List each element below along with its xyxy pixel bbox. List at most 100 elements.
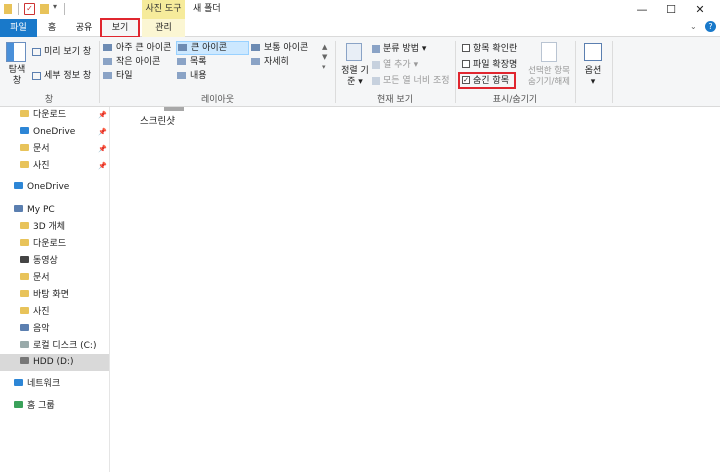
- layout-gallery: 아주 큰 아이콘 큰 아이콘 보통 아이콘 작은 아이콘 목록 자세히 타일 내…: [101, 41, 331, 85]
- layout-small-icons[interactable]: 작은 아이콘: [103, 56, 160, 68]
- drive-icon: [20, 357, 29, 364]
- pin-icon[interactable]: 📌: [98, 107, 107, 124]
- nav-item-3d-objects[interactable]: 3D 개체: [20, 219, 108, 236]
- sort-by-button[interactable]: 정렬 기준 ▾: [340, 66, 370, 88]
- quick-access-list: 다운로드 📌 OneDrive 📌 문서 📌 사진 📌: [20, 107, 108, 175]
- add-columns-icon: [372, 60, 380, 69]
- nav-item-documents-pc[interactable]: 문서: [20, 270, 108, 287]
- layout-tiles[interactable]: 타일: [103, 70, 133, 82]
- divider: [335, 41, 336, 103]
- hide-selected-icon: [541, 42, 557, 62]
- tab-manage[interactable]: 관리: [142, 19, 185, 37]
- music-icon: [20, 324, 29, 331]
- gallery-scroll[interactable]: ▲ ▼ ▾: [322, 42, 327, 72]
- file-label[interactable]: 스크린샷: [140, 113, 175, 127]
- nav-item-network[interactable]: 네트워크: [14, 376, 60, 393]
- preview-pane-icon: [32, 47, 41, 56]
- medium-icons-icon: [251, 44, 260, 51]
- layout-content[interactable]: 내용: [177, 70, 207, 82]
- nav-item-videos[interactable]: 동영상: [20, 253, 108, 270]
- downloads-icon: [20, 239, 29, 246]
- layout-extra-large-icons[interactable]: 아주 큰 아이콘: [103, 42, 171, 54]
- pin-icon[interactable]: 📌: [98, 124, 107, 141]
- folder-icon: [4, 4, 12, 14]
- group-label-current-view: 현재 보기: [377, 95, 413, 105]
- divider: [612, 41, 613, 103]
- nav-item-onedrive-quick[interactable]: OneDrive 📌: [20, 124, 108, 141]
- nav-item-downloads-pc[interactable]: 다운로드: [20, 236, 108, 253]
- nav-item-mypc[interactable]: My PC: [14, 202, 55, 219]
- file-extensions-toggle[interactable]: 파일 확장명: [462, 59, 517, 71]
- file-thumbnail[interactable]: [164, 107, 184, 111]
- hidden-items-toggle[interactable]: ✓ 숨긴 항목: [462, 75, 509, 87]
- navigation-pane-icon[interactable]: [6, 42, 26, 62]
- fit-columns-icon: [372, 76, 380, 85]
- 3d-objects-icon: [20, 222, 29, 229]
- homegroup-icon: [14, 401, 23, 408]
- checkbox-unchecked[interactable]: [462, 43, 470, 52]
- nav-item-music[interactable]: 음악: [20, 321, 108, 338]
- layout-details[interactable]: 자세히: [251, 56, 289, 68]
- tab-file[interactable]: 파일: [0, 19, 37, 37]
- pin-icon[interactable]: 📌: [98, 158, 107, 175]
- properties-icon[interactable]: ✓: [24, 3, 35, 15]
- preview-pane-button[interactable]: 미리 보기 창: [32, 46, 91, 58]
- hide-selected-button[interactable]: 선택한 항목 숨기기/해제: [524, 66, 574, 88]
- divider: [455, 41, 456, 103]
- new-folder-icon[interactable]: [40, 4, 49, 14]
- details-pane-button[interactable]: 세부 정보 창: [32, 70, 91, 82]
- item-checkboxes-toggle[interactable]: 항목 확인란: [462, 43, 517, 55]
- nav-item-local-disk-c[interactable]: 로컬 디스크 (C:): [20, 338, 108, 355]
- layout-list[interactable]: 목록: [177, 56, 207, 68]
- checkbox-unchecked[interactable]: [462, 59, 470, 68]
- nav-item-hdd-d[interactable]: HDD (D:): [20, 354, 73, 371]
- group-label-pane: 창: [44, 95, 54, 105]
- title-bar: [0, 0, 720, 19]
- group-label-layout: 레이아웃: [200, 95, 235, 105]
- pictures-icon: [20, 161, 29, 168]
- collapse-ribbon-icon[interactable]: ⌄: [690, 22, 697, 31]
- navigation-pane-button[interactable]: 탐색 창: [4, 65, 30, 87]
- nav-item-onedrive[interactable]: OneDrive: [14, 179, 69, 196]
- extra-large-icons-icon: [103, 44, 112, 51]
- small-icons-icon: [103, 58, 112, 65]
- tiles-icon: [103, 72, 112, 79]
- help-icon[interactable]: ?: [705, 21, 716, 32]
- nav-item-documents-quick[interactable]: 문서 📌: [20, 141, 108, 158]
- pictures-icon: [20, 307, 29, 314]
- content-icon: [177, 72, 186, 79]
- large-icons-icon: [178, 44, 187, 51]
- group-by-icon: [372, 44, 380, 53]
- tab-share[interactable]: 공유: [68, 19, 100, 37]
- tab-home[interactable]: 홈: [40, 19, 64, 37]
- context-tab-photo-tools: 사진 도구: [142, 0, 185, 19]
- documents-icon: [20, 144, 29, 151]
- add-columns-button[interactable]: 열 추가 ▾: [372, 59, 418, 71]
- pin-icon[interactable]: 📌: [98, 141, 107, 158]
- divider: [99, 41, 100, 103]
- qat-dropdown-icon[interactable]: ▾: [53, 2, 57, 11]
- nav-item-pictures-quick[interactable]: 사진 📌: [20, 158, 108, 175]
- group-label-show-hide: 표시/숨기기: [492, 95, 538, 105]
- window-title: 새 폴더: [193, 4, 221, 14]
- nav-item-desktop[interactable]: 바탕 화면: [20, 287, 108, 304]
- list-icon: [177, 58, 186, 65]
- layout-medium-icons[interactable]: 보통 아이콘: [251, 42, 308, 54]
- minimize-button[interactable]: —: [628, 0, 656, 19]
- options-icon: [584, 43, 602, 61]
- computer-icon: [14, 205, 23, 212]
- videos-icon: [20, 256, 29, 263]
- close-button[interactable]: ✕: [686, 0, 714, 19]
- nav-item-homegroup[interactable]: 홈 그룹: [14, 398, 55, 415]
- checkbox-checked-icon[interactable]: ✓: [462, 75, 470, 84]
- documents-icon: [20, 273, 29, 280]
- layout-large-icons[interactable]: 큰 아이콘: [176, 41, 249, 55]
- group-by-button[interactable]: 분류 방법 ▾: [372, 43, 426, 55]
- fit-columns-button[interactable]: 모든 열 너비 조정: [372, 75, 450, 87]
- nav-item-pictures-pc[interactable]: 사진: [20, 304, 108, 321]
- tab-view[interactable]: 보기: [100, 18, 140, 38]
- maximize-button[interactable]: ☐: [657, 0, 685, 19]
- downloads-icon: [20, 110, 29, 117]
- options-button[interactable]: 옵션 ▾: [578, 66, 608, 88]
- nav-item-downloads[interactable]: 다운로드 📌: [20, 107, 108, 124]
